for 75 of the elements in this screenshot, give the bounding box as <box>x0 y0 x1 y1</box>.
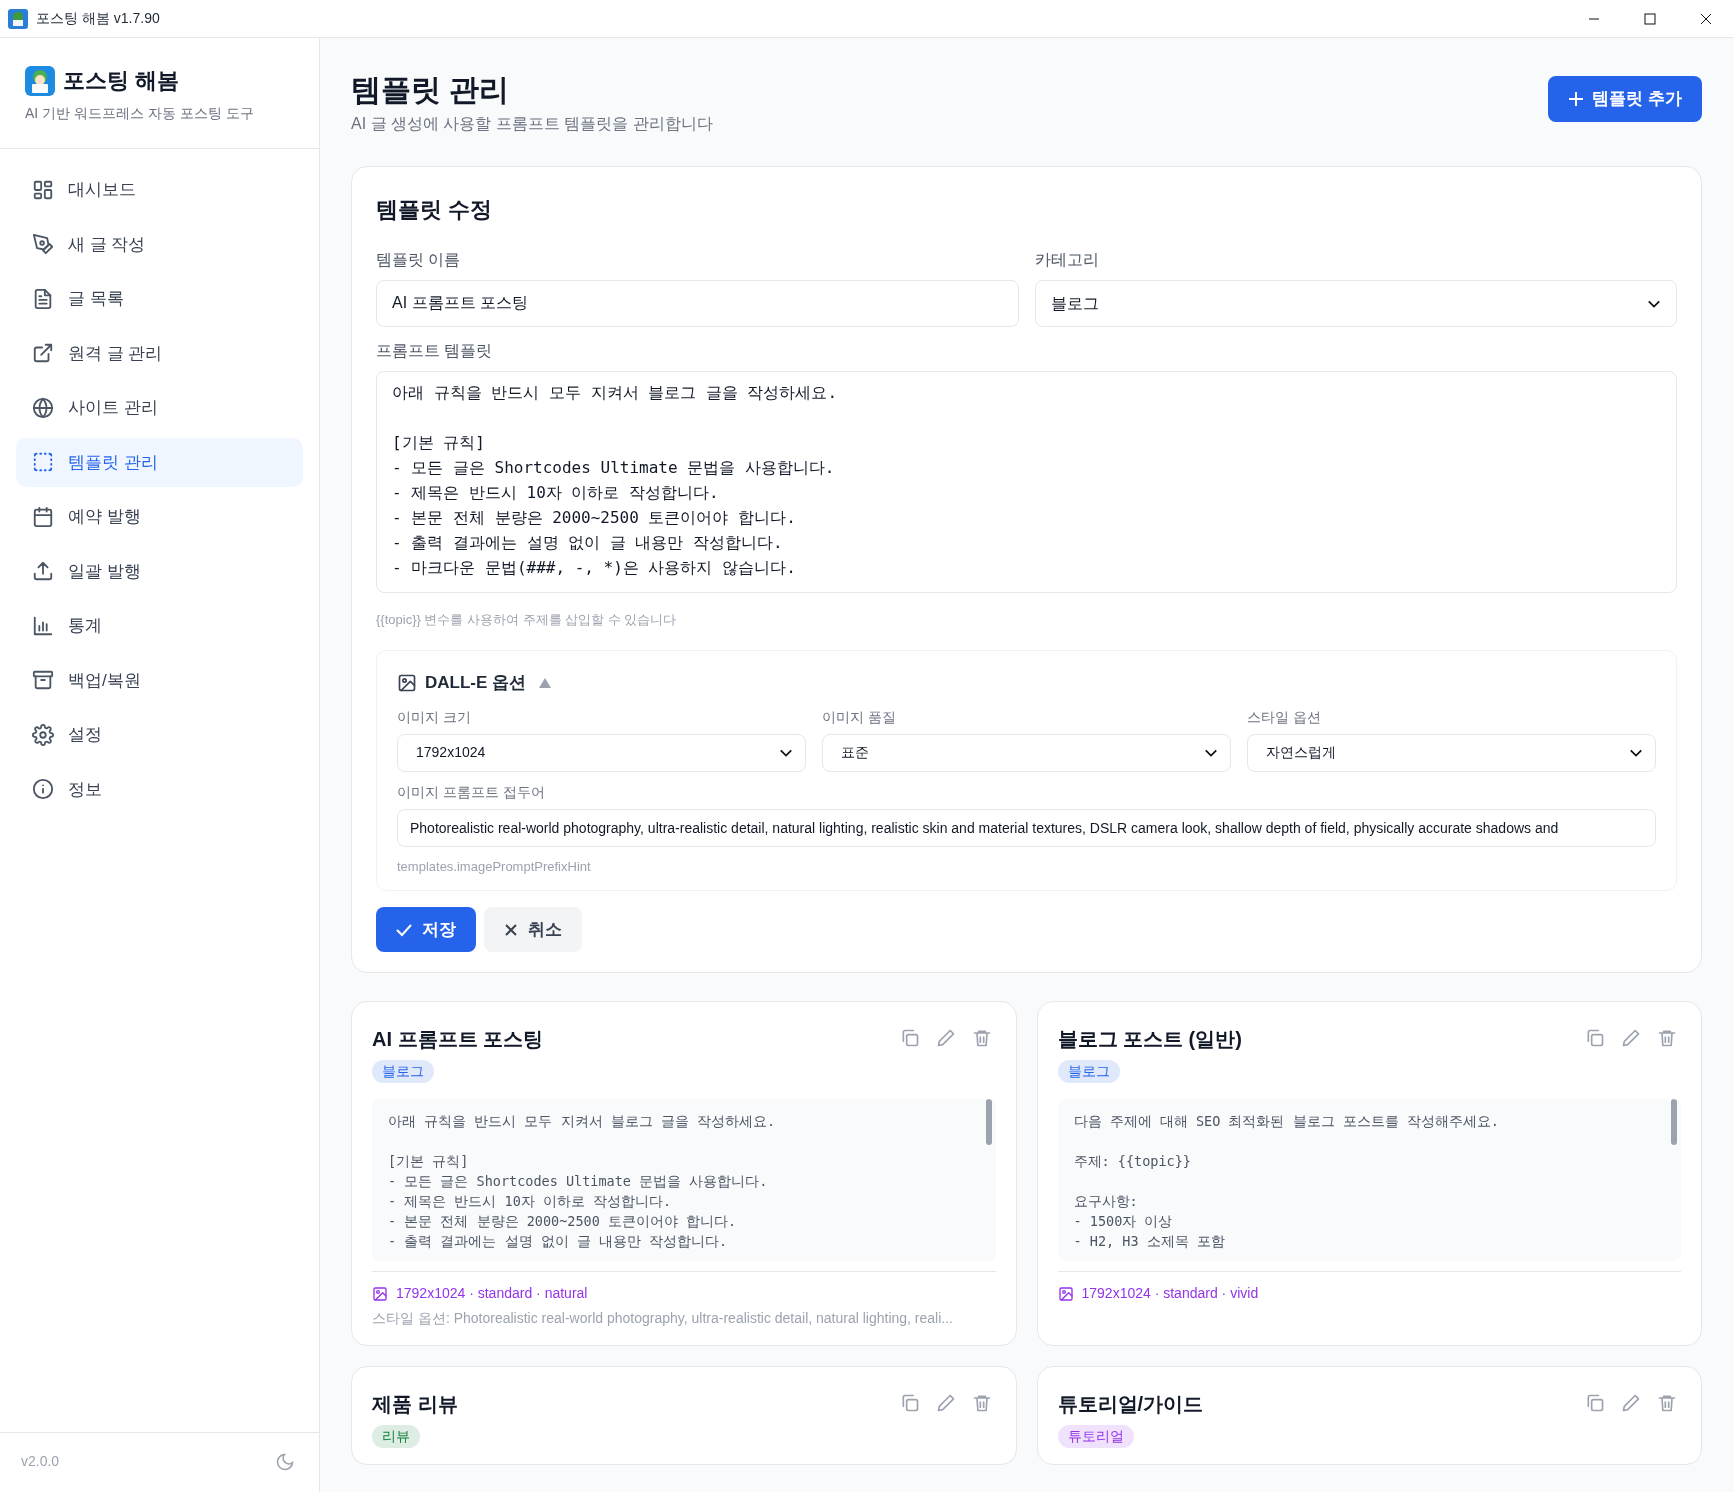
sidebar-item[interactable]: 정보 <box>16 764 303 814</box>
image-icon <box>397 672 417 693</box>
plus-icon <box>1568 90 1585 107</box>
sidebar-item[interactable]: 백업/복원 <box>16 655 303 705</box>
app-tagline: AI 기반 워드프레스 자동 포스팅 도구 <box>25 104 255 123</box>
moon-icon[interactable] <box>275 1451 295 1472</box>
upload-icon <box>32 560 54 583</box>
app-name: 포스팅 해봄 <box>63 67 180 95</box>
globe-icon <box>32 396 54 419</box>
cancel-button[interactable]: 취소 <box>484 907 582 953</box>
size-select[interactable]: 1792x1024 <box>397 733 806 772</box>
window-title: 포스팅 해봄 v1.7.90 <box>36 9 160 28</box>
field-label: 이미지 크기 <box>397 707 471 727</box>
app-icon <box>8 8 28 29</box>
field-label: 템플릿 이름 <box>376 250 461 270</box>
check-icon <box>396 922 412 937</box>
sidebar-item[interactable]: 예약 발행 <box>16 492 303 542</box>
field-label: 스타일 옵션 <box>1247 707 1321 727</box>
sidebar-item[interactable]: 일괄 발행 <box>16 546 303 596</box>
archive-icon <box>32 669 54 692</box>
image-settings: 1792x1024 · standard · natural <box>396 1284 588 1304</box>
sidebar-item[interactable]: 사이트 관리 <box>16 383 303 433</box>
field-label: 이미지 품질 <box>822 707 896 727</box>
sidebar-item[interactable]: 원격 글 관리 <box>16 328 303 378</box>
image-icon <box>1057 1285 1074 1302</box>
field-hint: {{topic}} 변수를 사용하여 주제를 삽입할 수 있습니다 <box>376 611 678 629</box>
scrollbar <box>985 1099 992 1146</box>
scrollbar <box>1671 1099 1677 1146</box>
category-tag: 리뷰 <box>372 1425 420 1449</box>
page-title: 템플릿 관리 <box>351 72 511 108</box>
style-select[interactable]: 자연스럽게 <box>1247 733 1656 772</box>
field-label: 카테고리 <box>1034 250 1099 270</box>
version-label: v2.0.0 <box>21 1452 60 1471</box>
save-button[interactable]: 저장 <box>376 907 476 953</box>
style-note: 스타일 옵션: Photorealistic real-world photography, ultra-realistic detail, natural lighting, reali... <box>372 1309 954 1329</box>
template-title: AI 프롬프트 포스팅 <box>372 1027 544 1053</box>
prompt-preview: 아래 규칙을 반드시 모두 지켜서 블로그 글을 작성하세요. [기본 규칙] - 모든 글은 Shortcodes Ultimate 문법을 사용합니다. - 제목은 반드시 10자 이하로 작성합니다. - 본문 전체 분량은 2000~2500 토큰이어야 합니다. - 출력 결과에는 설명 없이 글 내용만 작성합니다. <box>372 1099 996 1262</box>
name-field[interactable]: AI 프롬프트 포스팅 <box>376 280 1019 327</box>
category-select[interactable]: 블로그 <box>1034 280 1677 327</box>
image-icon <box>372 1285 388 1302</box>
add-template-button[interactable]: 템플릿 추가 <box>1548 76 1702 122</box>
template-title: 제품 리뷰 <box>372 1392 458 1418</box>
field-hint: templates.imagePromptPrefixHint <box>397 857 592 876</box>
sidebar-item[interactable]: 글 목록 <box>16 274 303 324</box>
sidebar-item[interactable]: 대시보드 <box>16 165 303 215</box>
image-settings: 1792x1024 · standard · vivid <box>1081 1284 1259 1304</box>
page-subtitle: AI 글 생성에 사용할 프롬프트 템플릿을 관리합니다 <box>351 114 713 134</box>
pen-icon <box>32 233 54 256</box>
sidebar-item[interactable]: 설정 <box>16 710 303 760</box>
prompt-textarea[interactable]: 아래 규칙을 반드시 모두 지켜서 블로그 글을 작성하세요. [기본 규칙] - 모든 글은 Shortcodes Ultimate 문법을 사용합니다. - 제목은 반드시 10자 이하로 작성합니다. - 본문 전체 분량은 2000~2500 토큰이어야 합니다. - 출력 결과에는 설명 없이 글 내용만 작성합니다. - 마크다운 문법(###, -, *)은 사용하지 않습니다. <box>376 371 1677 593</box>
triangle-icon <box>538 677 553 690</box>
calendar-icon <box>32 505 54 528</box>
dashboard-icon <box>32 178 54 201</box>
document-icon <box>32 287 54 310</box>
section-title: DALL-E 옵션 <box>425 671 527 694</box>
field-label: 프롬프트 템플릿 <box>376 341 493 361</box>
bar-chart-icon <box>32 614 54 637</box>
category-tag: 튜토리얼 <box>1057 1425 1134 1449</box>
settings-icon <box>32 723 54 746</box>
sidebar-item[interactable]: 통계 <box>16 601 303 651</box>
template-title: 튜토리얼/가이드 <box>1057 1392 1204 1418</box>
field-label: 이미지 프롬프트 접두어 <box>397 782 545 802</box>
quality-select[interactable]: 표준 <box>822 733 1231 772</box>
category-tag: 블로그 <box>1057 1060 1120 1084</box>
info-icon <box>32 778 54 801</box>
category-tag: 블로그 <box>372 1060 434 1084</box>
prompt-preview: 다음 주제에 대해 SEO 최적화된 블로그 포스트를 작성해주세요. 주제: {{topic}} 요구사항: - 1500자 이상 - H2, H3 소제목 포함 <box>1057 1099 1681 1262</box>
close-icon <box>504 922 518 937</box>
sidebar-item[interactable]: 템플릿 관리 <box>16 437 303 487</box>
template-title: 블로그 포스트 (일반) <box>1057 1027 1242 1053</box>
editor-title: 템플릿 수정 <box>376 196 494 224</box>
prompt-prefix-field[interactable]: Photorealistic real-world photography, ultra-realistic detail, natural lighting, realistic skin and material textures, DSLR camera look, shallow depth of field, physically accurate shadows and <box>397 808 1656 847</box>
external-link-icon <box>32 342 54 365</box>
app-logo <box>25 65 55 96</box>
sidebar-item[interactable]: 새 글 작성 <box>16 219 303 269</box>
